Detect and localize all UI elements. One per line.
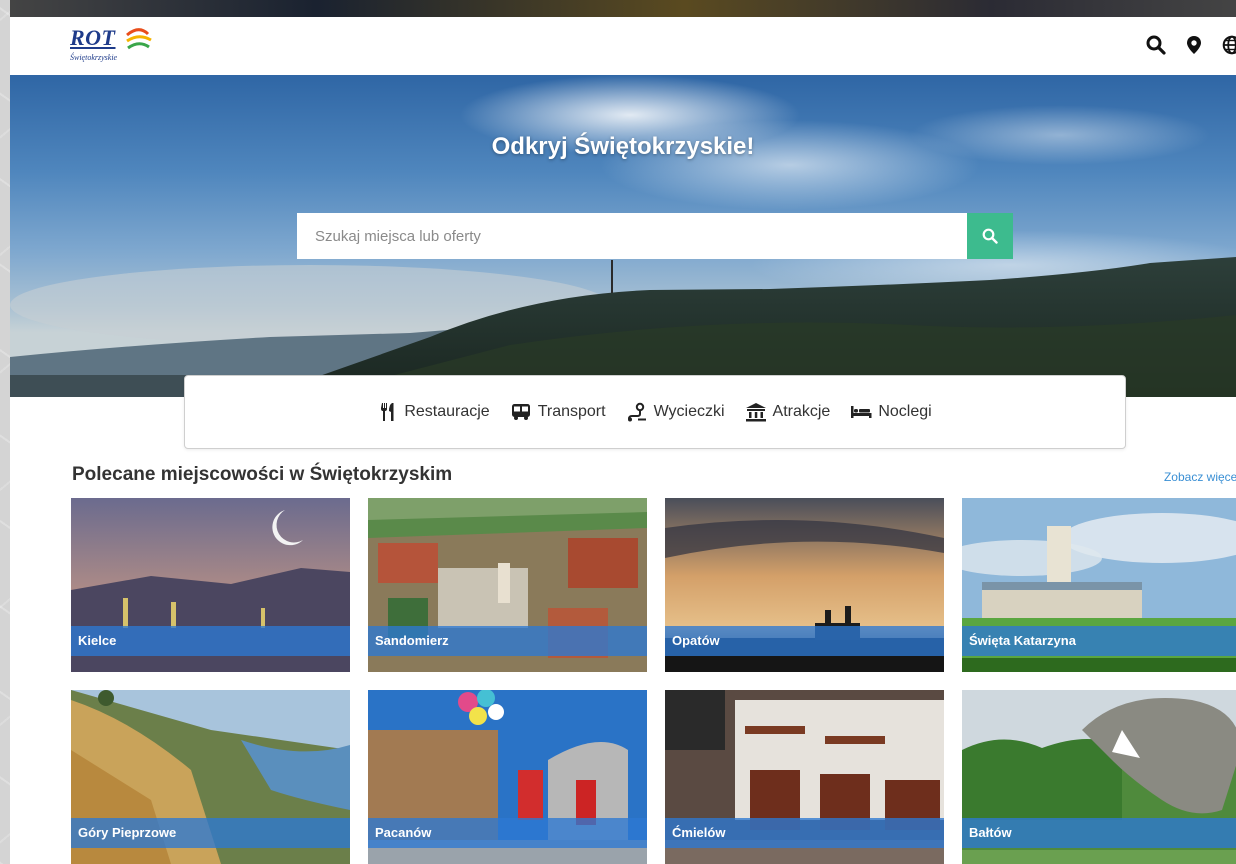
place-card-sandomierz[interactable]: Sandomierz bbox=[368, 498, 647, 672]
place-label: Góry Pieprzowe bbox=[71, 818, 350, 848]
place-label: Sandomierz bbox=[368, 626, 647, 656]
place-label: Pacanów bbox=[368, 818, 647, 848]
map-pin-icon[interactable] bbox=[1184, 35, 1204, 55]
hero-title: Odkryj Świętokrzyskie! bbox=[491, 133, 755, 160]
logo-subtitle: Świętokrzyskie bbox=[70, 53, 118, 62]
hero-banner: Odkryj Świętokrzyskie! bbox=[10, 75, 1236, 397]
place-card-gory-pieprzowe[interactable]: Góry Pieprzowe bbox=[71, 690, 350, 864]
place-label: Ćmielów bbox=[665, 818, 944, 848]
place-card-opatow[interactable]: Opatów bbox=[665, 498, 944, 672]
place-label: Bałtów bbox=[962, 818, 1236, 848]
place-label: Kielce bbox=[71, 626, 350, 656]
globe-icon[interactable] bbox=[1222, 35, 1236, 55]
restaurant-icon bbox=[381, 403, 394, 421]
category-restauracje[interactable]: Restauracje bbox=[378, 402, 490, 422]
site-header: ROT Świętokrzyskie bbox=[10, 17, 1236, 75]
bus-icon bbox=[511, 404, 530, 420]
category-transport[interactable]: Transport bbox=[510, 403, 606, 421]
place-card-cmielow[interactable]: Ćmielów bbox=[665, 690, 944, 864]
page: ROT Świętokrzyskie Odkryj Świętokrzyskie… bbox=[10, 17, 1236, 864]
logo-text: ROT bbox=[70, 25, 116, 50]
logo[interactable]: ROT Świętokrzyskie bbox=[70, 25, 160, 69]
search-icon bbox=[982, 228, 998, 244]
category-label: Restauracje bbox=[404, 403, 490, 420]
header-icons bbox=[1146, 35, 1236, 55]
place-label: Opatów bbox=[665, 626, 944, 656]
search-form bbox=[297, 213, 1013, 259]
category-label: Transport bbox=[537, 403, 606, 420]
place-card-swieta-katarzyna[interactable]: Święta Katarzyna bbox=[962, 498, 1236, 672]
category-atrakcje[interactable]: Atrakcje bbox=[745, 402, 831, 422]
category-label: Noclegi bbox=[878, 403, 932, 420]
top-image-strip bbox=[10, 0, 1236, 17]
place-card-kielce[interactable]: Kielce bbox=[71, 498, 350, 672]
category-wycieczki[interactable]: Wycieczki bbox=[626, 402, 725, 422]
category-noclegi[interactable]: Noclegi bbox=[850, 403, 932, 421]
category-label: Atrakcje bbox=[772, 403, 831, 420]
search-icon[interactable] bbox=[1146, 35, 1166, 55]
place-label: Święta Katarzyna bbox=[962, 626, 1236, 656]
place-card-baltow[interactable]: Bałtów bbox=[962, 690, 1236, 864]
museum-icon bbox=[745, 403, 766, 422]
search-button[interactable] bbox=[967, 213, 1013, 259]
route-icon bbox=[627, 402, 646, 422]
category-label: Wycieczki bbox=[653, 403, 725, 420]
section-title: Polecane miejscowości w Świętokrzyskim bbox=[72, 464, 453, 485]
place-card-pacanow[interactable]: Pacanów bbox=[368, 690, 647, 864]
bed-icon bbox=[851, 406, 872, 418]
see-more-link[interactable]: Zobacz więcej bbox=[1164, 470, 1236, 484]
category-bar: Restauracje Transport Wycieczki Atrakcje… bbox=[184, 375, 1126, 449]
search-input[interactable] bbox=[297, 213, 967, 259]
logo-swirl-icon bbox=[126, 28, 152, 50]
